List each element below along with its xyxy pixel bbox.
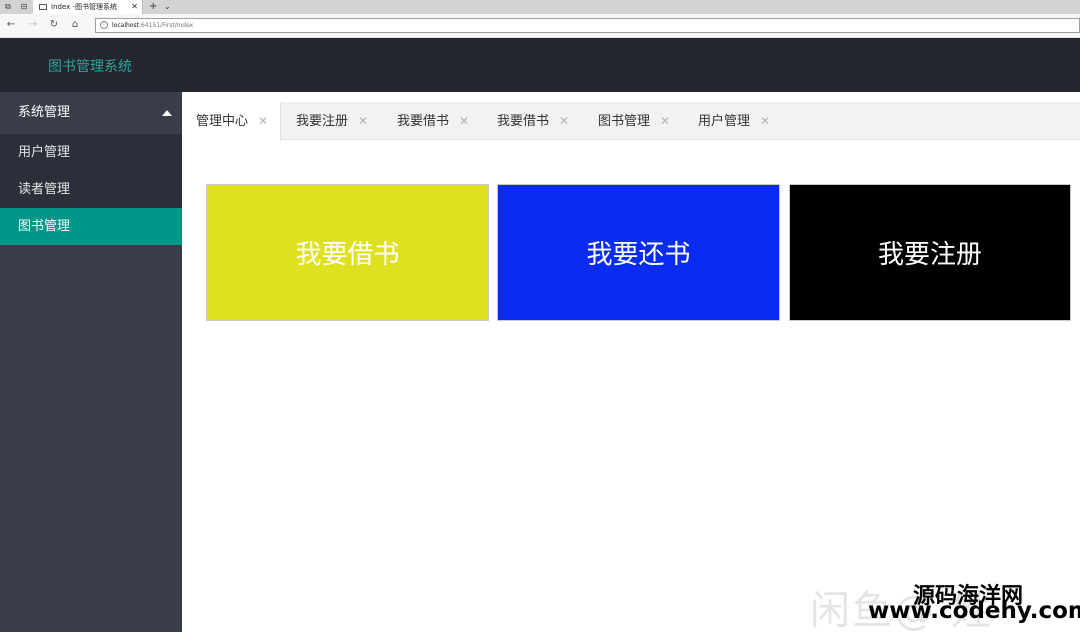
tab-book-management[interactable]: 图书管理 ✕ [586, 102, 670, 140]
tab-user-management[interactable]: 用户管理 ✕ [686, 102, 770, 140]
sidebar: 系统管理 用户管理 读者管理 图书管理 [0, 92, 182, 632]
tab-label: 我要借书 [497, 114, 550, 129]
info-icon[interactable]: i [100, 21, 108, 29]
close-icon[interactable]: ✕ [358, 102, 368, 140]
tab-bar: 管理中心 ✕ 我要注册 ✕ 我要借书 ✕ 我要借书 ✕ 图书管理 ✕ 用户管理 ✕ [184, 102, 1080, 141]
nav-group-label: 系统管理 [18, 105, 71, 120]
tab-label: 我要注册 [296, 114, 349, 129]
home-icon[interactable]: ⌂ [69, 19, 81, 31]
browser-navbar: ← → ↻ ⌂ i localhost:64151/First/Index [0, 14, 1080, 38]
nav-children: 用户管理 读者管理 图书管理 [0, 134, 182, 245]
forward-icon[interactable]: → [27, 19, 39, 31]
sidebar-item-label: 读者管理 [18, 182, 71, 197]
close-icon[interactable]: ✕ [459, 102, 469, 140]
sidebar-item-label: 用户管理 [18, 145, 71, 160]
tab-admin-center[interactable]: 管理中心 ✕ [184, 102, 281, 141]
main-content: 管理中心 ✕ 我要注册 ✕ 我要借书 ✕ 我要借书 ✕ 图书管理 ✕ 用户管理 ✕ 我要借书… [182, 92, 1080, 632]
tab-label: 我要借书 [397, 114, 450, 129]
nav-group-system[interactable]: 系统管理 [0, 92, 182, 134]
browser-tab-strip: ⧉ ⊟ Index -图书管理系统 ✕ + ⌄ [0, 0, 1080, 14]
close-icon[interactable]: ✕ [559, 102, 569, 140]
sidebar-item-label: 图书管理 [18, 219, 71, 234]
borrow-book-tile[interactable]: 我要借书 [206, 184, 489, 321]
sidebar-item-readers[interactable]: 读者管理 [0, 171, 182, 208]
tab-borrow-2[interactable]: 我要借书 ✕ [485, 102, 569, 140]
url-host: localhost [112, 22, 139, 29]
tile-label: 我要注册 [877, 240, 982, 270]
new-tab-icon[interactable]: + [149, 0, 157, 14]
tab-label: 图书管理 [598, 114, 651, 129]
set-aside-tabs-icon[interactable]: ⊟ [19, 2, 29, 12]
tab-actions-icon[interactable]: ⧉ [3, 2, 13, 12]
tile-label: 我要还书 [586, 240, 691, 270]
return-book-tile[interactable]: 我要还书 [497, 184, 780, 321]
page-icon [39, 4, 47, 10]
address-bar[interactable]: i localhost:64151/First/Index [95, 18, 1080, 33]
close-icon[interactable]: ✕ [258, 102, 268, 140]
tile-label: 我要借书 [295, 240, 400, 270]
close-icon[interactable]: ✕ [131, 0, 138, 14]
sidebar-item-books[interactable]: 图书管理 [0, 208, 182, 245]
caret-up-icon [162, 110, 172, 116]
app-header: 图书管理系统 [0, 38, 1080, 92]
tab-register[interactable]: 我要注册 ✕ [284, 102, 368, 140]
chevron-down-icon[interactable]: ⌄ [164, 0, 171, 14]
close-icon[interactable]: ✕ [660, 102, 670, 140]
browser-tab-title: Index -图书管理系统 [51, 3, 118, 11]
sidebar-item-users[interactable]: 用户管理 [0, 134, 182, 171]
tab-label: 管理中心 [196, 114, 249, 129]
watermark-site-url: www.codehy.com [868, 598, 1080, 624]
url-path: :64151/First/Index [138, 22, 194, 29]
back-icon[interactable]: ← [5, 19, 17, 31]
tab-borrow[interactable]: 我要借书 ✕ [385, 102, 469, 140]
tab-label: 用户管理 [698, 114, 751, 129]
close-icon[interactable]: ✕ [760, 102, 770, 140]
browser-tab[interactable]: Index -图书管理系统 ✕ [33, 0, 143, 14]
refresh-icon[interactable]: ↻ [48, 19, 60, 31]
register-tile[interactable]: 我要注册 [789, 184, 1071, 321]
app-title: 图书管理系统 [48, 59, 132, 75]
